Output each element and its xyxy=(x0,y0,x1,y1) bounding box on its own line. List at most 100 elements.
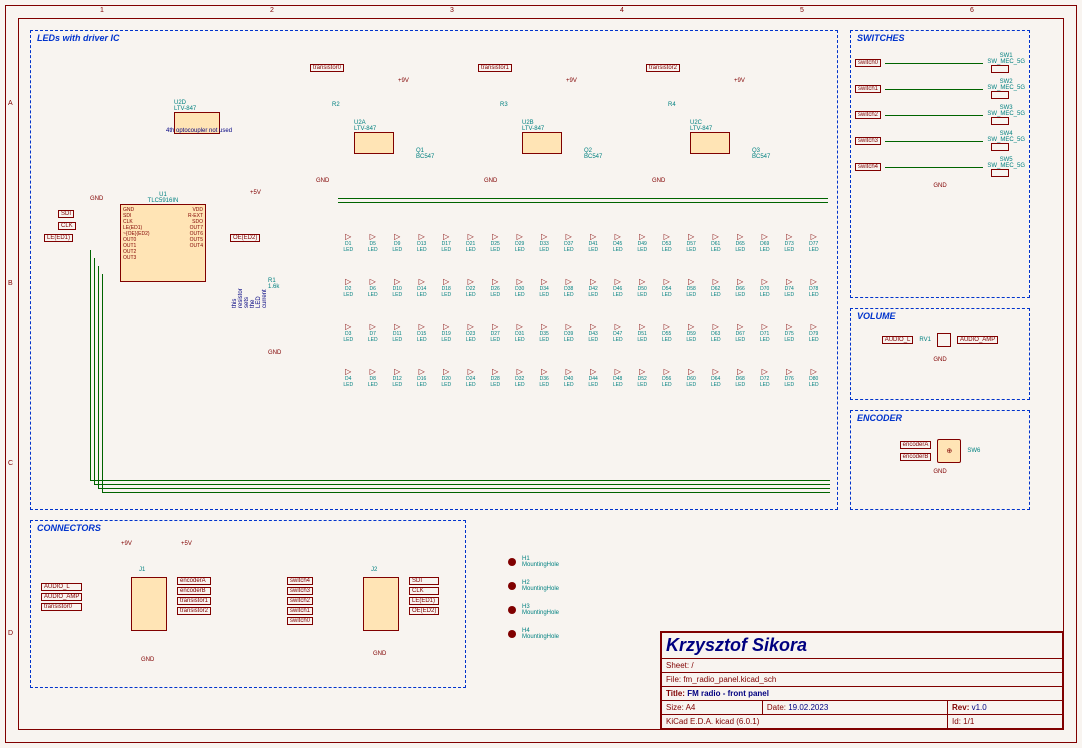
r1: R1 1.6k xyxy=(268,278,279,290)
gnd-u1: GND xyxy=(90,196,103,202)
led-D77: ▷D77LED xyxy=(802,232,827,253)
led-D2: ▷D2LED xyxy=(336,277,361,298)
date: 19.02.2023 xyxy=(788,703,828,712)
id: Id: 1/1 xyxy=(948,715,1063,729)
led-D56: ▷D56LED xyxy=(655,367,680,388)
sw6: SW6 xyxy=(967,448,980,454)
gnd-2: GND xyxy=(484,178,497,184)
file: File: fm_radio_panel.kicad_sch xyxy=(662,673,1063,687)
led-D31: ▷D31LED xyxy=(508,322,533,343)
sheet: Sheet: / xyxy=(662,659,1063,673)
led-D60: ▷D60LED xyxy=(679,367,704,388)
led-D6: ▷D6LED xyxy=(361,277,386,298)
led-D27: ▷D27LED xyxy=(483,322,508,343)
led-D75: ▷D75LED xyxy=(777,322,802,343)
encoder-block: ENCODER encoderA encoderB ⊕ SW6 GND xyxy=(850,410,1030,510)
led-D37: ▷D37LED xyxy=(557,232,582,253)
size: Size: A4 xyxy=(662,701,763,715)
encoder-title: ENCODER xyxy=(857,413,902,423)
ruler-top-1: 1 xyxy=(100,7,104,14)
gnd-1: GND xyxy=(316,178,329,184)
led-D72: ▷D72LED xyxy=(753,367,778,388)
switches-title: SWITCHES xyxy=(857,33,905,43)
ruler-top-6: 6 xyxy=(970,7,974,14)
led-D67: ▷D67LED xyxy=(728,322,753,343)
led-D23: ▷D23LED xyxy=(459,322,484,343)
led-D64: ▷D64LED xyxy=(704,367,729,388)
label-transistor1: transistor1 xyxy=(478,64,512,72)
led-D14: ▷D14LED xyxy=(410,277,435,298)
q3: Q3 BC547 xyxy=(752,148,770,160)
led-D30: ▷D30LED xyxy=(508,277,533,298)
led-D12: ▷D12LED xyxy=(385,367,410,388)
led-D18: ▷D18LED xyxy=(434,277,459,298)
label-enca: encoderA xyxy=(900,441,932,449)
led-D62: ▷D62LED xyxy=(704,277,729,298)
led-D40: ▷D40LED xyxy=(557,367,582,388)
led-D9: ▷D9LED xyxy=(385,232,410,253)
r2: R2 xyxy=(332,102,340,108)
led-D29: ▷D29LED xyxy=(508,232,533,253)
led-D21: ▷D21LED xyxy=(459,232,484,253)
led-D47: ▷D47LED xyxy=(606,322,631,343)
ruler-top-4: 4 xyxy=(620,7,624,14)
led-D20: ▷D20LED xyxy=(434,367,459,388)
label-transistor2: transistor2 xyxy=(646,64,680,72)
r4: R4 xyxy=(668,102,676,108)
j1: J1 xyxy=(139,567,145,573)
led-grid: ▷D1LED▷D5LED▷D9LED▷D13LED▷D17LED▷D21LED▷… xyxy=(336,232,826,388)
rv1: RV1 xyxy=(919,337,931,343)
q2: Q2 BC547 xyxy=(584,148,602,160)
led-D11: ▷D11LED xyxy=(385,322,410,343)
led-D73: ▷D73LED xyxy=(777,232,802,253)
led-D78: ▷D78LED xyxy=(802,277,827,298)
led-D41: ▷D41LED xyxy=(581,232,606,253)
gnd-3: GND xyxy=(652,178,665,184)
gnd-sw: GND xyxy=(855,183,1025,189)
gnd-vol: GND xyxy=(855,357,1025,363)
led-D58: ▷D58LED xyxy=(679,277,704,298)
label-audio-amp: AUDIO_AMP xyxy=(957,336,998,344)
j2: J2 xyxy=(371,567,377,573)
led-D32: ▷D32LED xyxy=(508,367,533,388)
led-D42: ▷D42LED xyxy=(581,277,606,298)
connectors-block: CONNECTORS +9V +5V J1 AUDIO_LAUDIO_AMPtr… xyxy=(30,520,466,688)
led-D63: ▷D63LED xyxy=(704,322,729,343)
ruler-side-b: B xyxy=(8,280,13,287)
ruler-top-3: 3 xyxy=(450,7,454,14)
connectors-title: CONNECTORS xyxy=(37,523,101,533)
led-D70: ▷D70LED xyxy=(753,277,778,298)
led-D57: ▷D57LED xyxy=(679,232,704,253)
led-D15: ▷D15LED xyxy=(410,322,435,343)
led-D38: ▷D38LED xyxy=(557,277,582,298)
led-D24: ▷D24LED xyxy=(459,367,484,388)
ruler-top-5: 5 xyxy=(800,7,804,14)
led-D33: ▷D33LED xyxy=(532,232,557,253)
led-D55: ▷D55LED xyxy=(655,322,680,343)
led-D36: ▷D36LED xyxy=(532,367,557,388)
led-D68: ▷D68LED xyxy=(728,367,753,388)
u2b: U2B LTV-847 xyxy=(522,120,562,154)
sw2: switch1SW2SW_MEC_5G xyxy=(855,79,1025,99)
u1: U1 TLC5916IN GNDVDD SDIR-EXT CLKSDO LE(E… xyxy=(120,192,206,282)
u2c: U2C LTV-847 xyxy=(690,120,730,154)
title-block: Krzysztof Sikora Sheet: / File: fm_radio… xyxy=(660,631,1064,730)
led-D34: ▷D34LED xyxy=(532,277,557,298)
pwr-9v-3: +9V xyxy=(734,78,745,84)
title: FM radio - front panel xyxy=(687,689,769,698)
label-oe: OE(ED2) xyxy=(230,234,260,242)
author: Krzysztof Sikora xyxy=(666,635,1058,656)
led-D59: ▷D59LED xyxy=(679,322,704,343)
led-D10: ▷D10LED xyxy=(385,277,410,298)
led-D4: ▷D4LED xyxy=(336,367,361,388)
led-D39: ▷D39LED xyxy=(557,322,582,343)
led-D74: ▷D74LED xyxy=(777,277,802,298)
label-encb: encoderB xyxy=(900,453,932,461)
pwr-5v-j1: +5V xyxy=(181,541,192,547)
sw5: switch4SW5SW_MEC_5G xyxy=(855,157,1025,177)
led-D65: ▷D65LED xyxy=(728,232,753,253)
hole-h1 xyxy=(508,558,516,566)
volume-block: VOLUME AUDIO_L RV1 AUDIO_AMP GND xyxy=(850,308,1030,400)
led-D35: ▷D35LED xyxy=(532,322,557,343)
led-D43: ▷D43LED xyxy=(581,322,606,343)
